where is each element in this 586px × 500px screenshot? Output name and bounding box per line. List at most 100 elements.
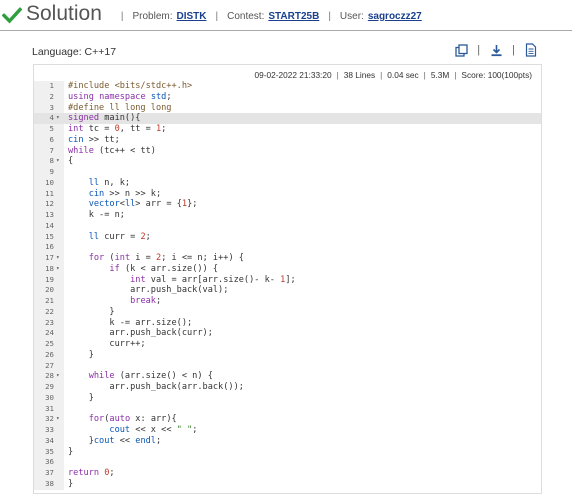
code-line: 26 } — [34, 350, 541, 361]
line-number: 8 — [49, 156, 54, 166]
code-text: for(auto x: arr){ — [88, 414, 177, 425]
fold-toggle-icon[interactable]: ▾ — [56, 253, 60, 264]
score: Score: 100(100pts) — [461, 70, 532, 80]
separator: | — [423, 70, 426, 80]
code-line: 27 — [34, 361, 541, 372]
line-number: 17 — [45, 253, 54, 262]
line-number: 10 — [45, 177, 54, 187]
line-number: 9 — [49, 167, 54, 176]
line-number: 32 — [45, 414, 54, 424]
line-number: 11 — [45, 188, 54, 198]
code-line: 4 ▾ signed main(){ — [34, 113, 541, 124]
line-number: 3 — [49, 102, 54, 112]
code-text: } — [68, 446, 74, 457]
code-line: 15 ll curr = 2; — [34, 232, 541, 243]
separator: | — [120, 10, 124, 22]
code-text: while (tc++ < tt) — [68, 145, 156, 156]
code-text: cin >> tt; — [68, 134, 120, 145]
user-link[interactable]: sagroczz27 — [368, 11, 422, 22]
line-number: 6 — [49, 134, 54, 144]
code-text: vector<ll> arr = {1}; — [88, 199, 198, 210]
code-line: 9 — [34, 167, 541, 178]
code-line: 31 — [34, 404, 541, 415]
code-line: 14 — [34, 221, 541, 232]
line-number: 16 — [45, 242, 54, 252]
code-line: 16 — [34, 242, 541, 253]
check-icon — [2, 5, 22, 25]
fold-toggle-icon[interactable]: ▾ — [56, 264, 60, 275]
contest-link[interactable]: START25B — [268, 11, 319, 22]
contest-label: Contest: — [227, 10, 265, 22]
code-text: k -= arr.size(); — [68, 317, 193, 328]
code-line: 12 vector<ll> arr = {1}; — [34, 199, 541, 210]
language-row: Language: C++17 | | — [32, 43, 540, 61]
code-line: 28 ▾ while (arr.size() < n) { — [34, 371, 541, 382]
line-number: 14 — [45, 220, 54, 230]
line-number: 27 — [45, 360, 54, 370]
file-icon[interactable] — [524, 43, 538, 57]
line-number: 30 — [45, 392, 54, 402]
code-text: #define ll long long — [68, 102, 172, 113]
line-number: 20 — [45, 285, 54, 295]
line-number: 26 — [45, 349, 54, 359]
line-number: 5 — [49, 124, 54, 133]
line-count: 38 Lines — [343, 70, 376, 80]
separator: | — [477, 44, 481, 56]
code-text: } — [68, 478, 74, 489]
code-line: 2 using namespace std; — [34, 92, 541, 103]
code-text: { — [68, 156, 74, 167]
code-text: } — [68, 392, 94, 403]
separator: | — [328, 10, 331, 22]
line-number: 29 — [45, 382, 54, 391]
line-number: 38 — [45, 478, 54, 488]
code-line: 13 k -= n; — [34, 210, 541, 221]
code-line: 19 int val = arr[arr.size()- k- 1]; — [34, 275, 541, 286]
line-number: 23 — [45, 317, 54, 327]
solution-page: Solution | Problem: DISTK | Contest: STA… — [0, 0, 586, 500]
code-line: 6 cin >> tt; — [34, 135, 541, 146]
problem-link[interactable]: DISTK — [177, 11, 207, 22]
code-line: 24 arr.push_back(curr); — [34, 328, 541, 339]
code-line: 25 curr++; — [34, 339, 541, 350]
code-text: cout << x << " "; — [109, 425, 198, 435]
code-text: arr.push_back(curr); — [68, 328, 213, 339]
copy-icon[interactable] — [454, 43, 468, 57]
line-number: 7 — [49, 145, 54, 155]
separator: | — [336, 70, 339, 80]
code-text: } — [68, 349, 94, 360]
line-number: 19 — [45, 274, 54, 284]
line-number: 24 — [45, 328, 54, 338]
code-line: 5 int tc = 0, tt = 1; — [34, 124, 541, 135]
fold-toggle-icon[interactable]: ▾ — [56, 113, 60, 124]
problem-label: Problem: — [132, 10, 173, 22]
separator: | — [215, 10, 219, 22]
code-line: 35} — [34, 447, 541, 458]
code-line: 23 k -= arr.size(); — [34, 318, 541, 329]
fold-toggle-icon[interactable]: ▾ — [56, 156, 60, 167]
line-number: 37 — [45, 468, 54, 477]
line-number: 21 — [45, 296, 54, 305]
code-line: 21 break; — [34, 296, 541, 307]
fold-toggle-icon[interactable]: ▾ — [56, 371, 60, 382]
code-editor[interactable]: 1 #include <bits/stdc++.h> 2 using namespac… — [34, 81, 541, 490]
code-line: 10 ll n, k; — [34, 178, 541, 189]
separator: | — [512, 44, 515, 56]
fold-toggle-icon[interactable]: ▾ — [56, 414, 60, 425]
code-text: }cout << endl; — [68, 435, 162, 446]
language-label: Language: C++17 — [32, 46, 117, 58]
code-text: curr++; — [68, 339, 146, 349]
line-number: 25 — [45, 339, 54, 348]
code-text: cin >> n >> k; — [88, 188, 162, 199]
code-text: int val = arr[arr.size()- k- 1]; — [130, 274, 296, 285]
code-text: return 0; — [68, 468, 115, 478]
code-line: 11 cin >> n >> k; — [34, 189, 541, 200]
line-number: 15 — [45, 231, 54, 241]
line-number: 33 — [45, 425, 54, 434]
code-text: arr.push_back(val); — [68, 285, 229, 296]
exec-time: 0.04 sec — [387, 70, 419, 80]
code-text: ll curr = 2; — [88, 231, 151, 242]
line-number: 1 — [49, 81, 54, 90]
page-title: Solution — [26, 2, 102, 25]
download-icon[interactable] — [489, 43, 503, 57]
submission-stats: 09-02-2022 21:33:20 | 38 Lines | 0.04 se… — [255, 70, 532, 80]
